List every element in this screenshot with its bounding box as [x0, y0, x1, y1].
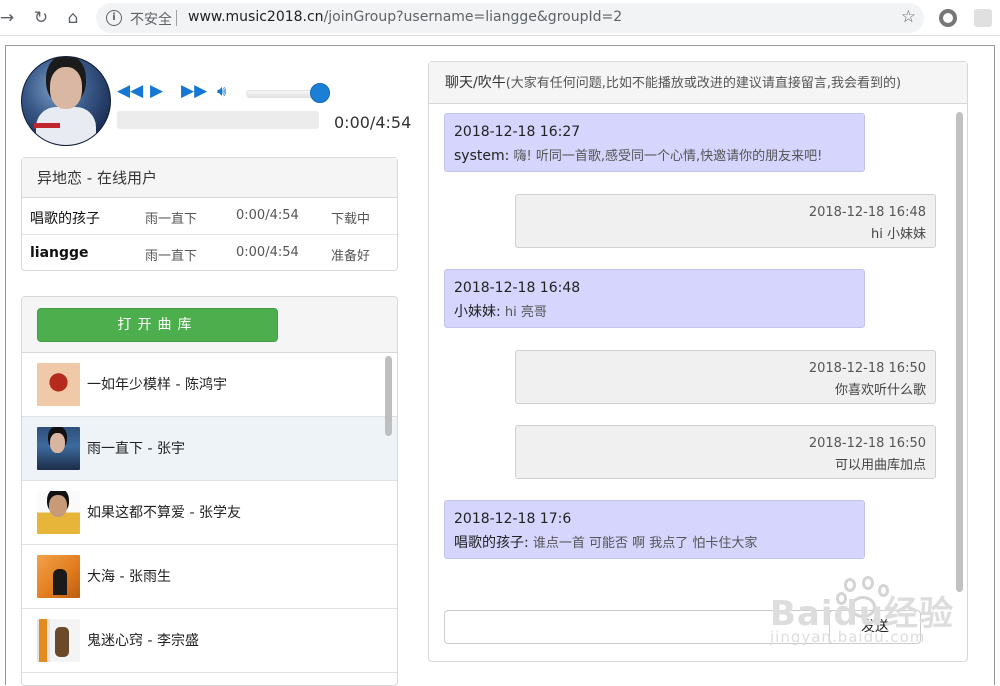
- volume-icon[interactable]: 🔊︎: [217, 82, 226, 100]
- chat-message: 2018-12-18 16:48 小妹妹: hi 亮哥: [444, 269, 865, 328]
- message-text: 谁点一首 可能否 啊 我点了 怕卡住大家: [532, 536, 758, 551]
- info-icon[interactable]: i: [106, 10, 122, 26]
- bookmark-star-icon[interactable]: ☆: [901, 7, 916, 27]
- album-thumbnail: [37, 619, 80, 662]
- message-sender: system:: [454, 148, 510, 164]
- url-host: www.music2018.cn: [188, 9, 324, 25]
- user-state: 下载中: [331, 212, 371, 227]
- song-item[interactable]: 雨一直下 - 张宇: [22, 417, 397, 481]
- extension-icon-2[interactable]: [974, 9, 992, 27]
- song-item[interactable]: 一如年少模样 - 陈鸿宇: [22, 353, 397, 417]
- chat-message: 2018-12-18 16:50 可以用曲库加点: [515, 425, 936, 479]
- message-time: 2018-12-18 16:27: [454, 124, 581, 140]
- user-name: liangge: [30, 245, 89, 261]
- message-body: system: 嗨! 听同一首歌,感受同一个心情,快邀请你的朋友来吧!: [454, 145, 822, 164]
- message-sender: 小妹妹:: [454, 304, 501, 320]
- message-time: 2018-12-18 16:50: [808, 361, 926, 376]
- message-body: 小妹妹: hi 亮哥: [454, 301, 547, 321]
- message-text: 可以用曲库加点: [834, 458, 926, 473]
- message-text: hi 小妹妹: [871, 227, 926, 242]
- album-thumbnail: [37, 363, 80, 406]
- forward-arrow-icon[interactable]: →: [0, 5, 20, 31]
- message-time: 2018-12-18 16:48: [454, 280, 581, 296]
- chat-message: 2018-12-18 16:27 system: 嗨! 听同一首歌,感受同一个心…: [444, 113, 865, 172]
- user-state: 准备好: [331, 249, 371, 264]
- song-item[interactable]: 大海 - 张雨生: [22, 545, 397, 609]
- song-item[interactable]: 鬼迷心窍 - 李宗盛: [22, 609, 397, 673]
- url-text[interactable]: www.music2018.cn/joinGroup?username=lian…: [188, 9, 622, 25]
- message-time: 2018-12-18 16:50: [808, 436, 926, 451]
- song-title: 鬼迷心窍 - 李宗盛: [87, 633, 199, 649]
- online-users-title: 异地恋 - 在线用户: [22, 158, 397, 198]
- reload-icon[interactable]: ↻: [28, 5, 54, 31]
- message-body: 唱歌的孩子: 谁点一首 可能否 啊 我点了 怕卡住大家: [454, 532, 757, 552]
- library-header: 打开曲库: [22, 297, 397, 353]
- song-title: 大海 - 张雨生: [87, 569, 171, 585]
- browser-toolbar: → ↻ ⌂ i 不安全 www.music2018.cn/joinGroup?u…: [0, 0, 1000, 36]
- play-icon[interactable]: ▶: [150, 82, 163, 100]
- user-song: 雨一直下: [145, 212, 198, 227]
- song-title: 如果这都不算爱 - 张学友: [87, 505, 241, 521]
- message-sender: 唱歌的孩子:: [454, 535, 529, 551]
- chat-header: 聊天/吹牛(大家有任何问题,比如不能播放或改进的建议请直接留言,我会看到的): [429, 62, 967, 104]
- chat-subtitle: (大家有任何问题,比如不能播放或改进的建议请直接留言,我会看到的): [505, 76, 902, 91]
- chat-title: 聊天/吹牛: [445, 75, 506, 91]
- playback-time: 0:00/4:54: [334, 113, 412, 132]
- song-title: 一如年少模样 - 陈鸿宇: [87, 377, 227, 393]
- song-title: 雨一直下 - 张宇: [87, 441, 185, 457]
- album-thumbnail: [37, 427, 80, 470]
- song-library-panel: 打开曲库 一如年少模样 - 陈鸿宇 雨一直下 - 张宇 如果这都不算爱 - 张学…: [21, 296, 398, 686]
- fast-forward-icon[interactable]: ▶▶: [181, 82, 207, 100]
- message-time: 2018-12-18 17:6: [454, 511, 572, 527]
- online-users-panel: 异地恋 - 在线用户 唱歌的孩子 雨一直下 0:00/4:54 下载中 lian…: [21, 157, 398, 271]
- chat-message: 2018-12-18 16:48 hi 小妹妹: [515, 194, 936, 248]
- message-text: 你喜欢听什么歌: [834, 383, 926, 398]
- album-thumbnail: [37, 555, 80, 598]
- url-path: /joinGroup?username=liangge&groupId=2: [323, 9, 623, 25]
- album-cover: [21, 56, 111, 146]
- address-divider: [176, 10, 177, 26]
- insecure-label: 不安全: [130, 12, 172, 28]
- send-button[interactable]: 发送: [829, 610, 921, 644]
- playback-progress-bar[interactable]: [117, 111, 319, 129]
- extension-icon[interactable]: [939, 9, 957, 27]
- user-name: 唱歌的孩子: [30, 211, 100, 227]
- message-text: hi 亮哥: [504, 305, 547, 320]
- user-row: 唱歌的孩子 雨一直下 0:00/4:54 下载中: [22, 198, 397, 235]
- cover-face: [50, 67, 82, 109]
- chat-scrollbar[interactable]: [956, 112, 963, 592]
- message-text: 嗨! 听同一首歌,感受同一个心情,快邀请你的朋友来吧!: [513, 149, 823, 164]
- cover-tag: [34, 123, 60, 128]
- user-song: 雨一直下: [145, 249, 198, 264]
- open-library-button[interactable]: 打开曲库: [37, 308, 278, 342]
- chat-message: 2018-12-18 17:6 唱歌的孩子: 谁点一首 可能否 啊 我点了 怕卡…: [444, 500, 865, 559]
- user-time: 0:00/4:54: [236, 245, 299, 260]
- home-icon[interactable]: ⌂: [60, 5, 86, 31]
- message-time: 2018-12-18 16:48: [808, 205, 926, 220]
- library-scrollbar[interactable]: [385, 356, 392, 436]
- user-row: liangge 雨一直下 0:00/4:54 准备好: [22, 235, 397, 272]
- rewind-icon[interactable]: ◀◀: [117, 82, 143, 100]
- volume-handle[interactable]: [310, 83, 330, 103]
- song-item[interactable]: 如果这都不算爱 - 张学友: [22, 481, 397, 545]
- album-thumbnail: [37, 491, 80, 534]
- user-time: 0:00/4:54: [236, 208, 299, 223]
- volume-slider[interactable]: [246, 90, 316, 98]
- chat-message: 2018-12-18 16:50 你喜欢听什么歌: [515, 350, 936, 404]
- address-bar[interactable]: i 不安全 www.music2018.cn/joinGroup?usernam…: [96, 3, 924, 33]
